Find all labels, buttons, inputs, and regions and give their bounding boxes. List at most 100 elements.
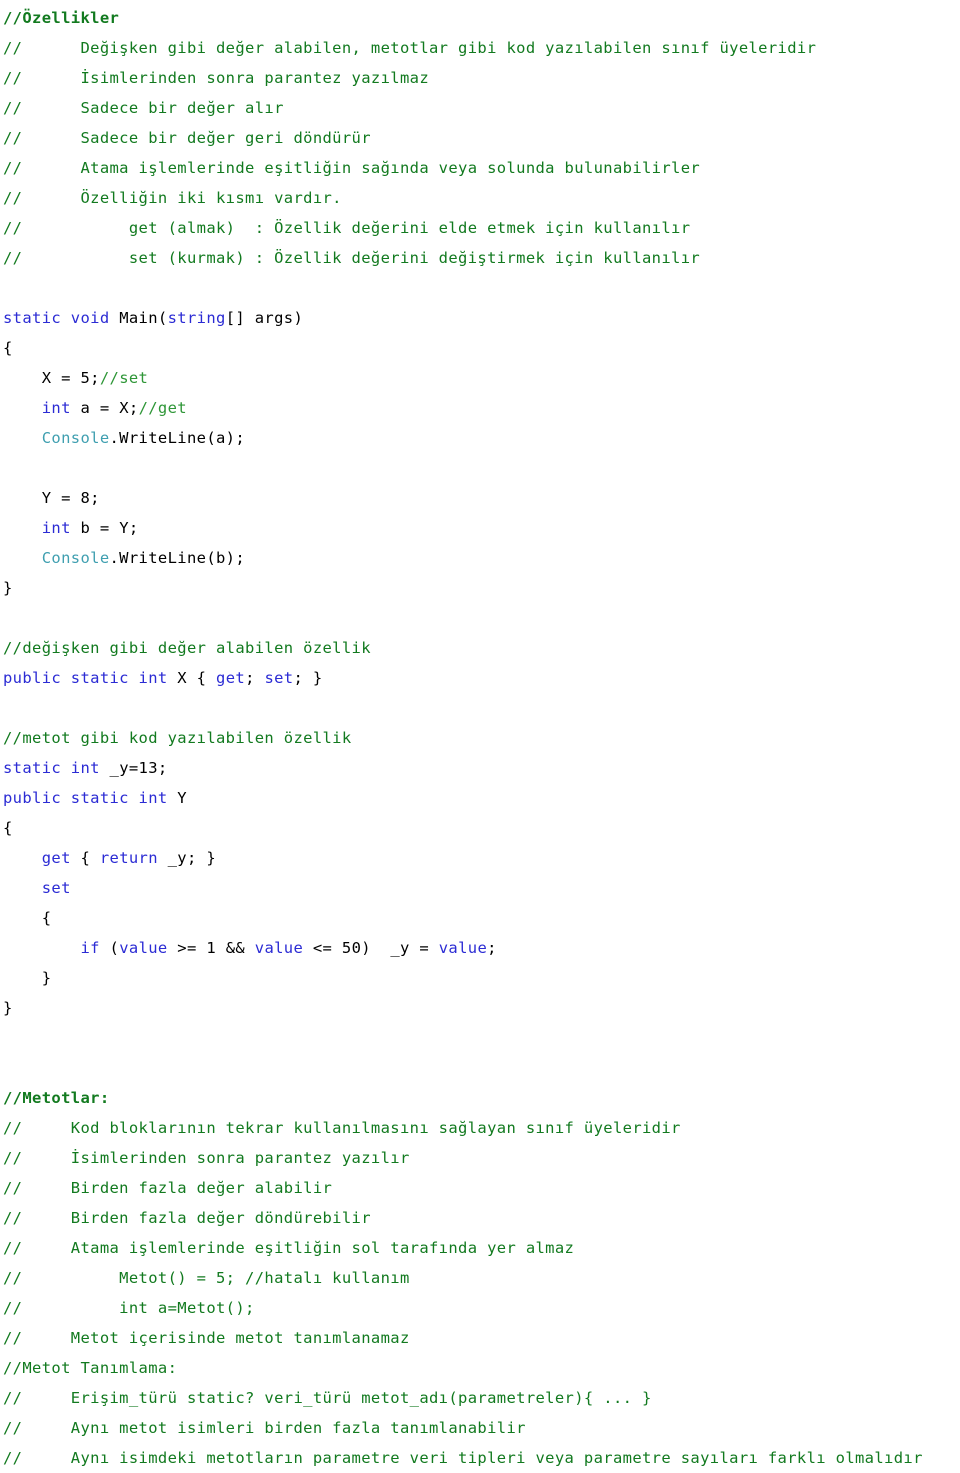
- code-line[interactable]: // İsimlerinden sonra parantez yazılmaz: [0, 63, 960, 93]
- code-line[interactable]: [0, 603, 960, 633]
- code-line[interactable]: int a = X;//get: [0, 393, 960, 423]
- code-token-keyword: static: [3, 309, 62, 327]
- code-editor[interactable]: //Özellikler // Değişken gibi değer alabi…: [0, 0, 960, 1467]
- code-token-plain: Y = 8;: [3, 489, 100, 507]
- code-line[interactable]: // Özelliğin iki kısmı vardır.: [0, 183, 960, 213]
- code-line[interactable]: // get (almak) : Özellik değerini elde e…: [0, 213, 960, 243]
- code-line[interactable]: [0, 1053, 960, 1083]
- code-token-plain: ;: [245, 669, 265, 687]
- code-token-plain: }: [3, 579, 13, 597]
- code-line[interactable]: [0, 1023, 960, 1053]
- code-token-plain: Main(: [109, 309, 168, 327]
- code-token-plain: .WriteLine(b);: [109, 549, 246, 567]
- code-line[interactable]: // Değişken gibi değer alabilen, metotla…: [0, 33, 960, 63]
- code-token-plain: <= 50) _y =: [303, 939, 439, 957]
- code-line[interactable]: // Aynı metot isimleri birden fazla tanı…: [0, 1413, 960, 1443]
- code-token-keyword: static int: [3, 759, 100, 777]
- code-token-plain: {: [3, 909, 52, 927]
- code-line[interactable]: // Metot() = 5; //hatalı kullanım: [0, 1263, 960, 1293]
- code-line[interactable]: public static int X { get; set; }: [0, 663, 960, 693]
- code-token-comment: //Metot Tanımlama:: [3, 1359, 178, 1377]
- code-token-type: Console: [3, 429, 110, 447]
- code-token-comment: // Atama işlemlerinde eşitliğin sol tara…: [3, 1239, 575, 1257]
- code-token-plain: (: [99, 939, 120, 957]
- code-token-plain: _y=13;: [99, 759, 168, 777]
- code-token-comment-b: //Özellikler: [3, 9, 120, 27]
- code-line[interactable]: }: [0, 993, 960, 1023]
- code-line[interactable]: // Sadece bir değer geri döndürür: [0, 123, 960, 153]
- code-line[interactable]: //değişken gibi değer alabilen özellik: [0, 633, 960, 663]
- code-line[interactable]: static void Main(string[] args): [0, 303, 960, 333]
- code-token-comment: // Birden fazla değer alabilir: [3, 1179, 333, 1197]
- code-token-comment: // Birden fazla değer döndürebilir: [3, 1209, 371, 1227]
- code-line[interactable]: //Metot Tanımlama:: [0, 1353, 960, 1383]
- code-line[interactable]: // set (kurmak) : Özellik değerini değiş…: [0, 243, 960, 273]
- code-line[interactable]: Console.WriteLine(b);: [0, 543, 960, 573]
- code-line[interactable]: {: [0, 813, 960, 843]
- code-token-comment-l: //get: [138, 399, 187, 417]
- code-token-comment: // Özelliğin iki kısmı vardır.: [3, 189, 342, 207]
- code-token-keyword: get: [216, 669, 246, 687]
- code-line[interactable]: static int _y=13;: [0, 753, 960, 783]
- code-line[interactable]: int b = Y;: [0, 513, 960, 543]
- code-token-plain: [] args): [225, 309, 304, 327]
- code-line[interactable]: // int a=Metot();: [0, 1293, 960, 1323]
- code-line[interactable]: //metot gibi kod yazılabilen özellik: [0, 723, 960, 753]
- code-token-keyword: get: [3, 849, 71, 867]
- code-line[interactable]: }: [0, 573, 960, 603]
- code-token-plain: >= 1 &&: [167, 939, 255, 957]
- code-token-keyword: set: [3, 879, 71, 897]
- code-line[interactable]: // Aynı isimdeki metotların parametre ve…: [0, 1443, 960, 1473]
- code-line[interactable]: // Atama işlemlerinde eşitliğin sağında …: [0, 153, 960, 183]
- code-token-comment: // int a=Metot();: [3, 1299, 255, 1317]
- code-token-comment: // Atama işlemlerinde eşitliğin sağında …: [3, 159, 701, 177]
- code-token-plain: ;: [487, 939, 497, 957]
- code-token-keyword: value: [254, 939, 304, 957]
- code-line[interactable]: }: [0, 963, 960, 993]
- code-token-keyword: return: [99, 849, 158, 867]
- code-token-plain: X = 5;: [3, 369, 100, 387]
- code-line[interactable]: Y = 8;: [0, 483, 960, 513]
- code-line[interactable]: [0, 273, 960, 303]
- code-token-plain: X {: [167, 669, 217, 687]
- code-line[interactable]: //Özellikler: [0, 3, 960, 33]
- code-token-comment: // Sadece bir değer geri döndürür: [3, 129, 371, 147]
- code-line[interactable]: // Birden fazla değer döndürebilir: [0, 1203, 960, 1233]
- code-line[interactable]: if (value >= 1 && value <= 50) _y = valu…: [0, 933, 960, 963]
- code-line[interactable]: set: [0, 873, 960, 903]
- code-token-comment: // Değişken gibi değer alabilen, metotla…: [3, 39, 817, 57]
- code-line[interactable]: public static int Y: [0, 783, 960, 813]
- code-line[interactable]: //Metotlar:: [0, 1083, 960, 1113]
- code-token-comment: // İsimlerinden sonra parantez yazılır: [3, 1149, 410, 1167]
- code-line[interactable]: [0, 453, 960, 483]
- code-line[interactable]: // Sadece bir değer alır: [0, 93, 960, 123]
- code-line[interactable]: // Kod bloklarının tekrar kullanılmasını…: [0, 1113, 960, 1143]
- code-token-type: Console: [3, 549, 110, 567]
- code-token-comment: // Metot içerisinde metot tanımlanamaz: [3, 1329, 410, 1347]
- code-token-plain: }: [3, 999, 13, 1017]
- code-line[interactable]: // Birden fazla değer alabilir: [0, 1173, 960, 1203]
- code-line[interactable]: X = 5;//set: [0, 363, 960, 393]
- code-token-keyword: int: [3, 519, 71, 537]
- code-token-plain: b = Y;: [70, 519, 139, 537]
- code-token-plain: _y; }: [157, 849, 217, 867]
- code-token-keyword: string: [167, 309, 226, 327]
- code-line[interactable]: // Metot içerisinde metot tanımlanamaz: [0, 1323, 960, 1353]
- code-token-keyword: if: [3, 939, 100, 957]
- code-line[interactable]: [0, 693, 960, 723]
- code-token-comment: // İsimlerinden sonra parantez yazılmaz: [3, 69, 429, 87]
- code-token-comment: // Sadece bir değer alır: [3, 99, 284, 117]
- code-token-comment: // Erişim_türü static? veri_türü metot_a…: [3, 1389, 652, 1407]
- code-line[interactable]: Console.WriteLine(a);: [0, 423, 960, 453]
- code-line[interactable]: {: [0, 903, 960, 933]
- code-line[interactable]: // Atama işlemlerinde eşitliğin sol tara…: [0, 1233, 960, 1263]
- code-token-keyword: public static int: [3, 789, 168, 807]
- code-line[interactable]: get { return _y; }: [0, 843, 960, 873]
- code-line[interactable]: {: [0, 333, 960, 363]
- code-line[interactable]: // İsimlerinden sonra parantez yazılır: [0, 1143, 960, 1173]
- code-line[interactable]: // Erişim_türü static? veri_türü metot_a…: [0, 1383, 960, 1413]
- code-token-plain: {: [70, 849, 100, 867]
- code-token-plain: Y: [167, 789, 187, 807]
- code-token-comment: // Aynı metot isimleri birden fazla tanı…: [3, 1419, 526, 1437]
